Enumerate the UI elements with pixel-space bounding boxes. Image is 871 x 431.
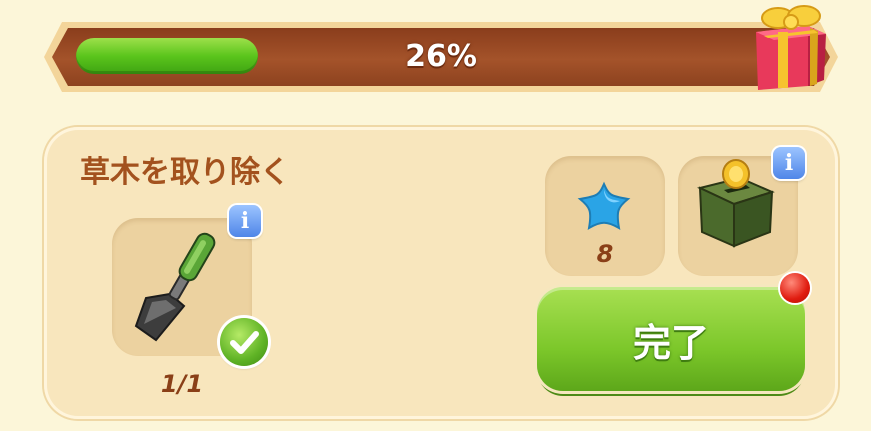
complete-button[interactable]: 完了: [537, 287, 805, 391]
progress-percent-label: 26%: [405, 39, 477, 74]
tool-info-button[interactable]: i: [229, 205, 261, 237]
completed-check-icon: [220, 318, 268, 366]
coin-chest-icon: [697, 159, 775, 248]
tool-count: 1/1: [160, 370, 204, 398]
blue-star-icon: [577, 181, 631, 230]
shovel-icon: [134, 232, 216, 342]
gift-box-icon[interactable]: [748, 0, 832, 90]
quest-title: 草木を取り除く: [80, 155, 290, 190]
reward-star-count: 8: [596, 240, 614, 268]
notification-dot: [780, 273, 810, 303]
reward-info-button[interactable]: i: [773, 147, 805, 179]
